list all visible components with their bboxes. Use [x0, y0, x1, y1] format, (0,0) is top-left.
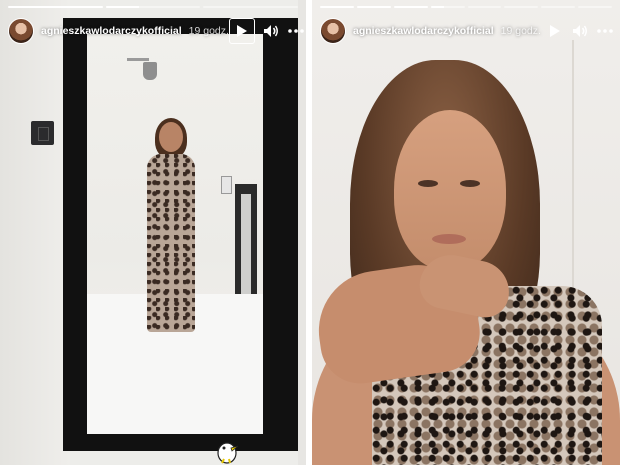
progress-fill [356, 6, 391, 8]
phone [221, 176, 232, 194]
left-eye [418, 180, 438, 187]
story-header: agnieszkawlodarczykofficial 19 godz. [320, 16, 614, 46]
light-switch [31, 121, 54, 145]
more-icon[interactable] [596, 22, 614, 40]
progress-fill [393, 6, 428, 8]
progress-fill [8, 6, 103, 8]
speaker-icon[interactable] [571, 22, 589, 40]
progress-segment [467, 6, 502, 8]
mirror [63, 18, 299, 451]
right-eye [460, 180, 480, 187]
face [394, 110, 506, 270]
story-panel-1: agnieszkawlodarczykofficial 19 godz. [0, 0, 306, 465]
shower-pipe [127, 58, 149, 61]
story-header: agnieszkawlodarczykofficial 19 godz. [8, 16, 304, 46]
progress-segment [504, 6, 539, 8]
avatar[interactable] [320, 18, 346, 44]
frame-edge [298, 0, 306, 465]
speaker-icon[interactable] [262, 22, 280, 40]
timestamp: 19 godz. [188, 25, 229, 37]
mirror-reflection [87, 34, 263, 434]
bird-sticker-icon [217, 442, 239, 464]
progress-segment [320, 6, 354, 8]
username[interactable]: agnieszkawlodarczykofficial [41, 25, 182, 37]
progress-segment [393, 6, 428, 8]
progress-segment [430, 6, 465, 8]
more-icon[interactable] [287, 22, 305, 40]
progress-segment [105, 6, 201, 8]
progress-fill [105, 6, 139, 8]
head [159, 122, 183, 152]
avatar[interactable] [8, 18, 34, 44]
username[interactable]: agnieszkawlodarczykofficial [353, 25, 494, 37]
story-progress [8, 6, 299, 8]
progress-segment [8, 6, 103, 8]
story-panel-2: agnieszkawlodarczykofficial 19 godz. [312, 0, 620, 465]
progress-segment [203, 6, 299, 8]
story-progress [320, 6, 612, 8]
lips [432, 234, 466, 244]
progress-fill [430, 6, 445, 8]
play-icon[interactable] [546, 22, 564, 40]
progress-segment [541, 6, 576, 8]
person-figure [143, 106, 232, 346]
shower-head [143, 62, 157, 80]
progress-segment [578, 6, 612, 8]
timestamp: 19 godz. [500, 25, 541, 37]
leopard-dress [147, 154, 195, 332]
wall [0, 0, 70, 465]
play-icon[interactable] [228, 18, 255, 44]
progress-fill [320, 6, 354, 8]
progress-segment [356, 6, 391, 8]
